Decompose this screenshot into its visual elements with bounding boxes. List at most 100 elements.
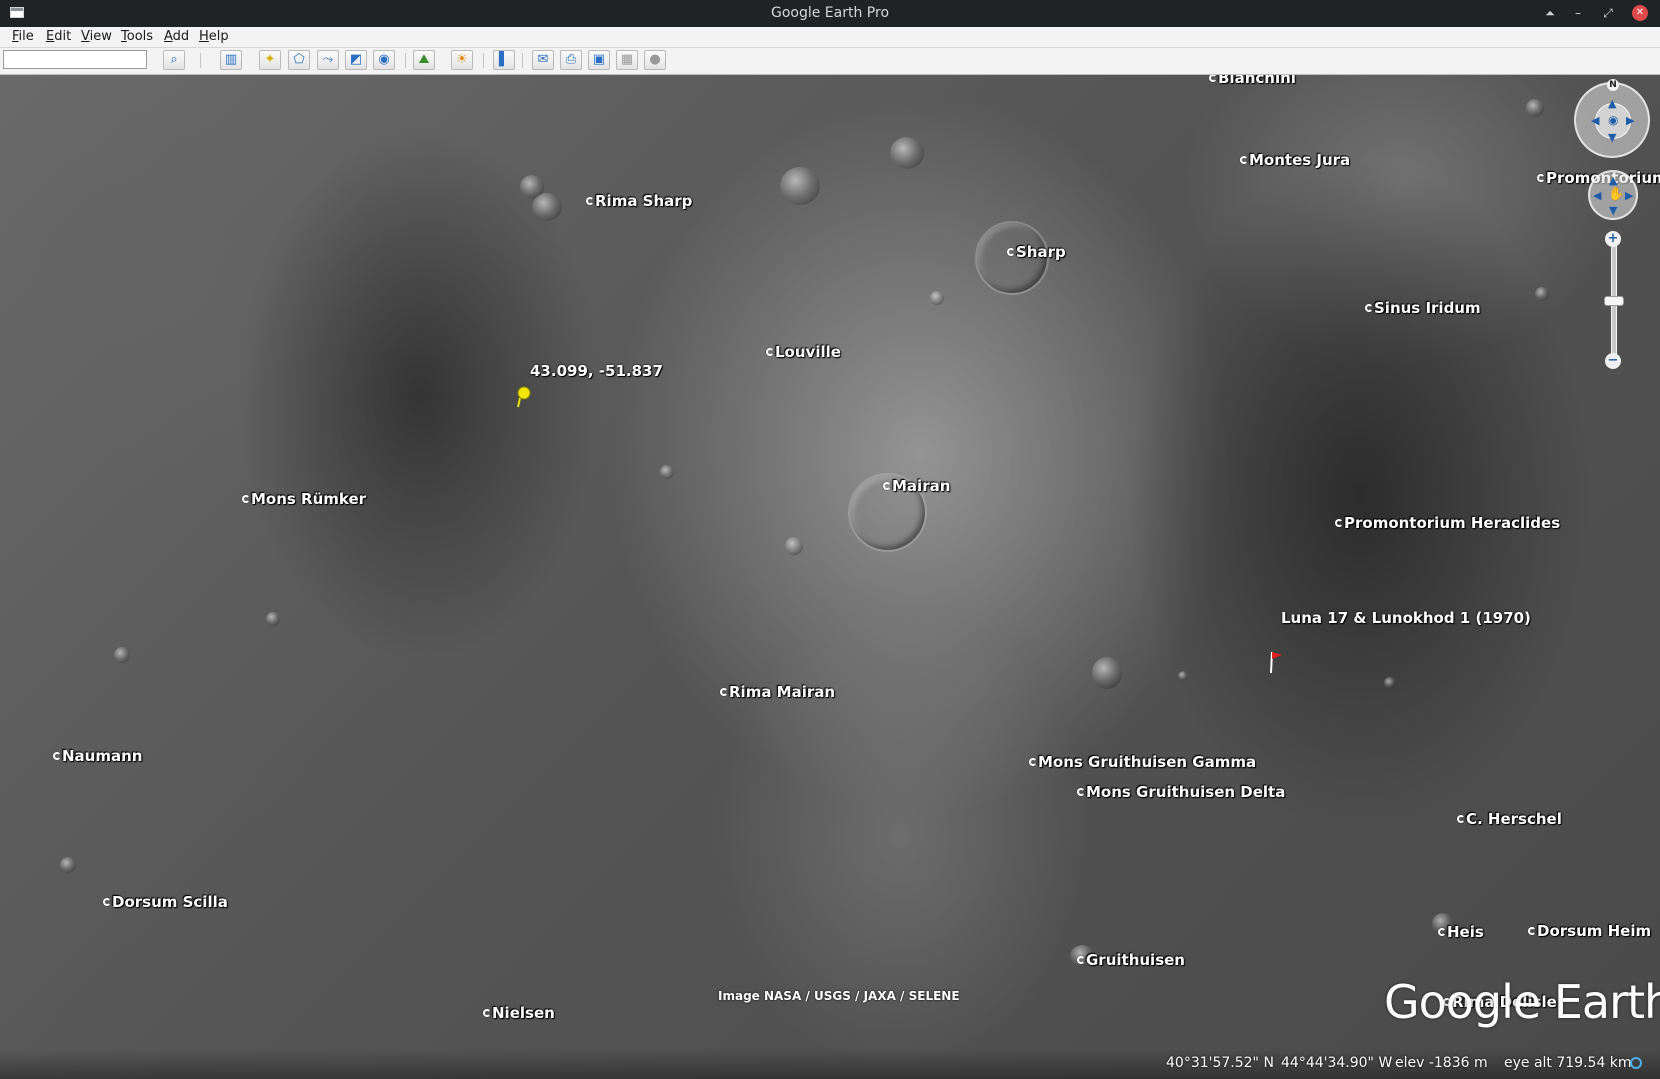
place-label[interactable]: Mons Gruithuisen Gamma	[1029, 753, 1256, 771]
menu-help[interactable]: Help	[199, 29, 229, 44]
place-label[interactable]: Mons Rümker	[242, 490, 366, 508]
place-marker-icon	[766, 348, 774, 356]
place-label[interactable]: Dorsum Heim	[1528, 922, 1651, 940]
crater	[1092, 657, 1122, 689]
place-label[interactable]: Gruithuisen	[1077, 951, 1185, 969]
look-left-icon: ◀	[1591, 114, 1600, 127]
place-label[interactable]: Montes Jura	[1240, 151, 1350, 169]
move-joystick[interactable]: ▲ ▼ ◀ ▶ ✋	[1588, 170, 1638, 220]
sunlight-icon: ☀	[456, 52, 468, 67]
print-button[interactable]: ⎙	[560, 50, 582, 70]
place-name: Dorsum Heim	[1537, 922, 1652, 940]
add-path-icon: ⤳	[322, 52, 334, 67]
crater	[60, 857, 76, 873]
move-right-icon: ▶	[1625, 189, 1634, 202]
place-marker-icon	[483, 1009, 491, 1017]
ruler-icon: ▌	[499, 52, 509, 67]
place-label[interactable]: C. Herschel	[1457, 810, 1562, 828]
search-input[interactable]	[3, 50, 147, 69]
crater	[266, 612, 280, 626]
historical-imagery-icon: ⛰	[418, 52, 430, 67]
moon-icon: ●	[649, 52, 661, 67]
zoom-in-button[interactable]: +	[1605, 231, 1621, 247]
crater	[1384, 677, 1396, 689]
email-button[interactable]: ✉	[532, 50, 554, 70]
place-name: Mons Gruithuisen Delta	[1086, 783, 1286, 801]
pushpin-label[interactable]: 43.099, -51.837	[530, 362, 663, 380]
menu-add-label: dd	[172, 29, 190, 44]
place-label[interactable]: Rima Mairan	[720, 683, 835, 701]
place-label[interactable]: Louville	[766, 343, 841, 361]
pushpin-icon[interactable]	[515, 384, 533, 408]
map-viewer[interactable]: Bianchini Montes Jura Promontorium L Rim…	[0, 75, 1660, 1079]
maximize-button[interactable]: ⤢	[1600, 5, 1616, 21]
place-label[interactable]: Heis	[1438, 923, 1484, 941]
minimize-button[interactable]: –	[1570, 5, 1586, 21]
ruler-button[interactable]: ▌	[493, 50, 515, 70]
search-button[interactable]: ⌕	[163, 50, 185, 70]
add-polygon-button[interactable]: ⬠	[288, 50, 310, 70]
add-polygon-icon: ⬠	[293, 52, 305, 67]
flag-icon[interactable]	[1269, 648, 1285, 674]
menu-tools[interactable]: Tools	[121, 29, 153, 44]
crater	[1535, 287, 1549, 301]
search-icon: ⌕	[170, 52, 178, 67]
view-in-maps-button[interactable]: ▦	[616, 50, 638, 70]
move-down-icon: ▼	[1609, 204, 1618, 217]
place-marker-icon	[53, 752, 61, 760]
menu-file[interactable]: File	[12, 29, 34, 44]
place-label[interactable]: Naumann	[53, 747, 142, 765]
add-path-button[interactable]: ⤳	[317, 50, 339, 70]
planet-mode-button[interactable]: ●	[644, 50, 666, 70]
close-button[interactable]: ✕	[1632, 5, 1648, 21]
crater	[1526, 99, 1544, 117]
record-tour-button[interactable]: ◉	[373, 50, 395, 70]
google-earth-logo: Google Earth	[1384, 975, 1660, 1029]
look-joystick[interactable]: ▲ ▼ ◀ ▶ ◉	[1574, 82, 1650, 158]
place-marker-icon	[1240, 156, 1248, 164]
place-name: Montes Jura	[1249, 151, 1351, 169]
latitude-readout: 40°31'57.52" N	[1166, 1055, 1274, 1071]
place-label[interactable]: Nielsen	[483, 1004, 555, 1022]
place-name: Heis	[1447, 923, 1484, 941]
look-down-icon: ▼	[1608, 131, 1617, 144]
save-image-icon: ▣	[592, 52, 606, 67]
place-marker-icon	[1335, 519, 1343, 527]
place-label[interactable]: Rima Sharp	[586, 192, 692, 210]
place-marker-icon	[103, 898, 111, 906]
eye-icon: ◉	[1608, 113, 1619, 127]
place-label[interactable]: Sinus Iridum	[1365, 299, 1481, 317]
place-marker-icon	[720, 688, 728, 696]
place-label[interactable]: Dorsum Scilla	[103, 893, 228, 911]
place-marker-icon	[586, 197, 594, 205]
zoom-out-button[interactable]: −	[1605, 353, 1621, 369]
menu-view[interactable]: View	[81, 29, 112, 44]
menu-add[interactable]: Add	[164, 29, 189, 44]
menu-help-mnemonic: H	[199, 29, 209, 44]
place-label[interactable]: Bianchini	[1209, 75, 1296, 87]
place-label[interactable]: Mons Gruithuisen Delta	[1077, 783, 1285, 801]
keep-above-icon[interactable]: ⏶	[1542, 5, 1558, 21]
place-label[interactable]: Promontorium Heraclides	[1335, 514, 1560, 532]
save-image-button[interactable]: ▣	[588, 50, 610, 70]
add-image-overlay-button[interactable]: ◩	[345, 50, 367, 70]
toolbar-divider	[483, 53, 484, 68]
zoom-slider-thumb[interactable]	[1604, 296, 1624, 306]
email-icon: ✉	[537, 52, 549, 67]
move-left-icon: ◀	[1593, 189, 1602, 202]
add-placemark-button[interactable]: ✦	[259, 50, 281, 70]
historical-imagery-button[interactable]: ⛰	[413, 50, 435, 70]
menu-view-label: iew	[89, 29, 112, 44]
place-label[interactable]: Sharp	[1007, 243, 1066, 261]
sunlight-button[interactable]: ☀	[451, 50, 473, 70]
north-button[interactable]: N	[1607, 79, 1619, 91]
place-marker-icon	[1077, 788, 1085, 796]
menu-view-mnemonic: V	[81, 29, 90, 44]
sidebar-toggle-button[interactable]: ▥	[220, 50, 242, 70]
place-marker-icon	[1365, 304, 1373, 312]
toolbar-divider	[522, 53, 523, 68]
flag-label[interactable]: Luna 17 & Lunokhod 1 (1970)	[1281, 609, 1531, 627]
place-name: Naumann	[62, 747, 143, 765]
place-label[interactable]: Mairan	[883, 477, 950, 495]
menu-edit[interactable]: Edit	[46, 29, 71, 44]
